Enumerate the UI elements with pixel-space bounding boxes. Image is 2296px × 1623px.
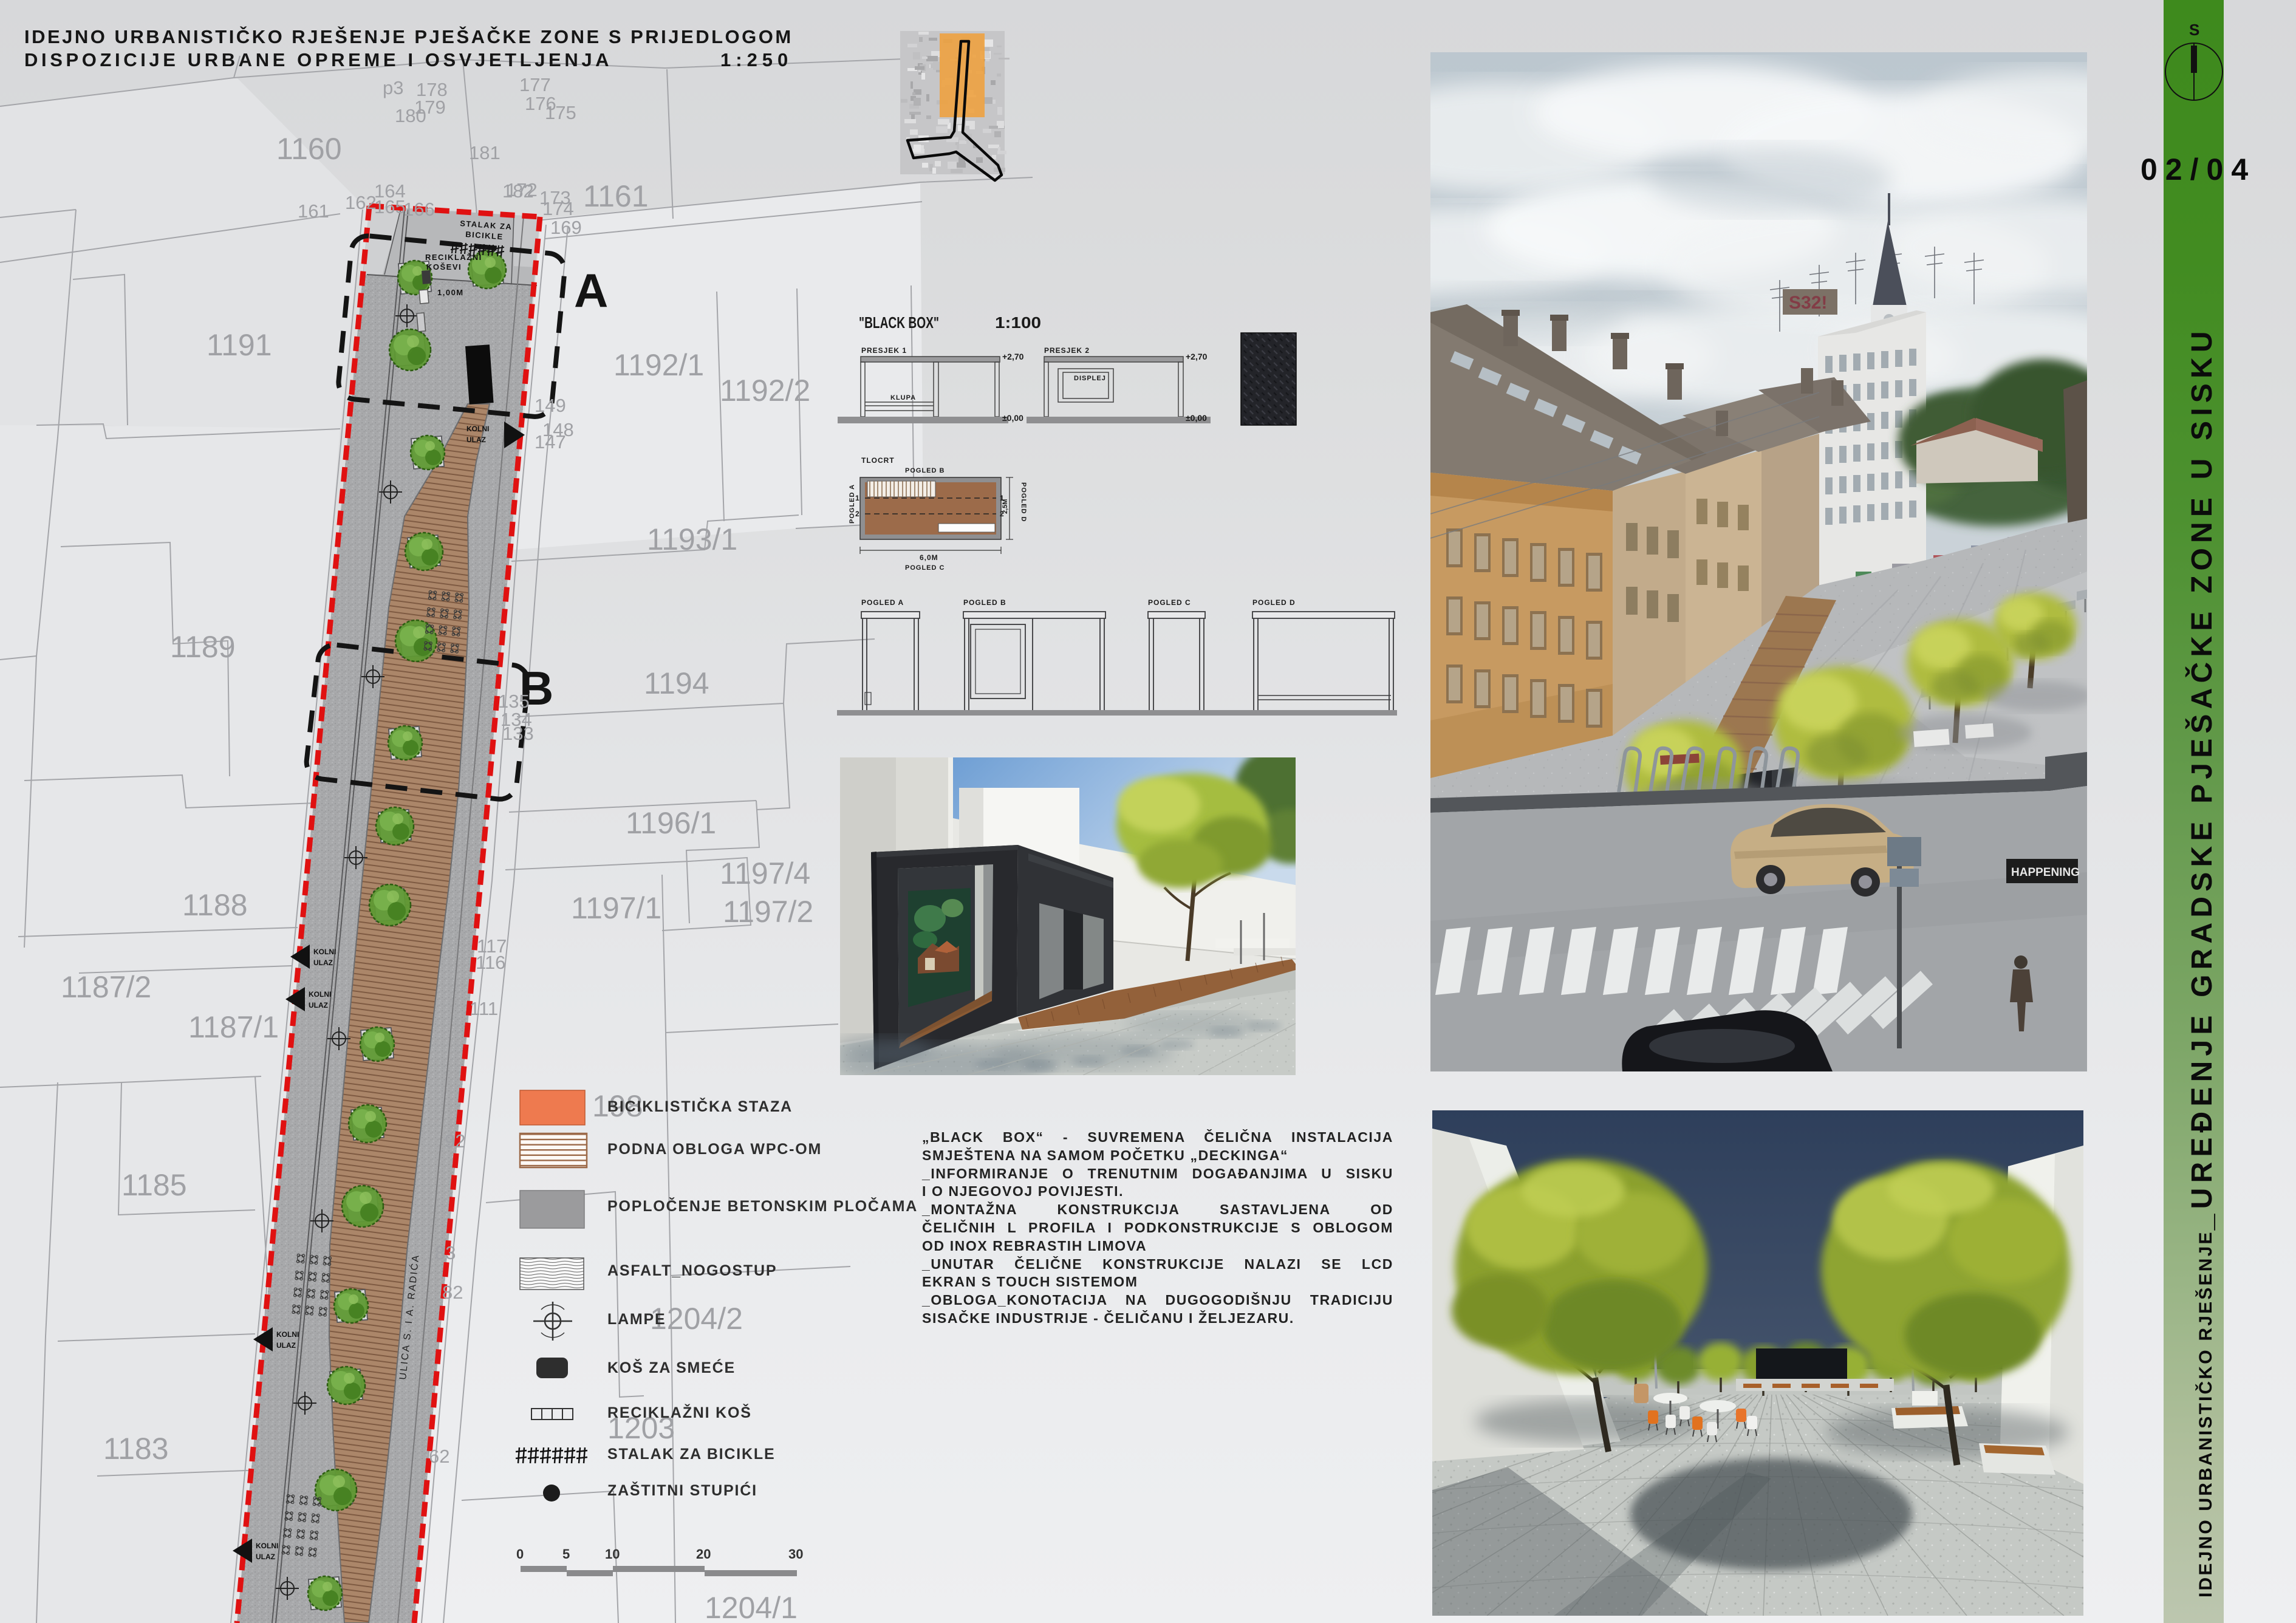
svg-text:POGLED A: POGLED A	[861, 598, 904, 607]
svg-text:133: 133	[502, 723, 534, 744]
svg-text:165: 165	[374, 196, 406, 217]
svg-text:POGLED A: POGLED A	[849, 484, 856, 524]
svg-text:1192/2: 1192/2	[720, 374, 810, 408]
svg-text:POGLED C: POGLED C	[1148, 598, 1191, 607]
svg-text:161: 161	[298, 200, 329, 222]
svg-text:TLOCRT: TLOCRT	[861, 456, 895, 465]
svg-text:1: 1	[855, 494, 859, 502]
svg-text:HAPPENING: HAPPENING	[2011, 866, 2080, 879]
svg-text:147: 147	[535, 431, 566, 453]
svg-text:1197/4: 1197/4	[720, 856, 810, 890]
svg-text:KOLNI: KOLNI	[313, 948, 336, 956]
svg-text:POGLED C: POGLED C	[905, 564, 945, 572]
svg-text:±0,00: ±0,00	[1186, 413, 1207, 423]
svg-text:+2,70: +2,70	[1186, 352, 1208, 361]
svg-text:174: 174	[542, 198, 574, 219]
svg-text:ULAZ: ULAZ	[466, 436, 486, 444]
svg-text:177: 177	[519, 74, 551, 95]
svg-text:DISPLEJ: DISPLEJ	[1074, 375, 1106, 382]
svg-text:181: 181	[469, 142, 501, 163]
svg-text:1187/2: 1187/2	[61, 970, 151, 1004]
svg-text:1193/1: 1193/1	[647, 522, 737, 556]
svg-text:116: 116	[476, 952, 505, 973]
svg-text:1191: 1191	[207, 328, 272, 362]
svg-text:2: 2	[855, 510, 859, 518]
svg-text:+2,70: +2,70	[1002, 352, 1024, 361]
svg-text:1192/1: 1192/1	[613, 348, 704, 382]
svg-text:KOLNI: KOLNI	[256, 1542, 278, 1550]
svg-text:10: 10	[605, 1546, 620, 1562]
svg-text:POGLED D: POGLED D	[1020, 482, 1027, 522]
svg-text:1189: 1189	[170, 630, 236, 664]
svg-text:1204/1: 1204/1	[705, 1591, 798, 1623]
svg-text:169: 169	[550, 217, 582, 238]
svg-text:82: 82	[442, 1282, 463, 1303]
svg-text:ULAZ: ULAZ	[256, 1553, 275, 1561]
svg-text:1197/2: 1197/2	[723, 895, 813, 929]
svg-text:POGLED B: POGLED B	[963, 598, 1006, 607]
svg-text:0: 0	[516, 1546, 524, 1562]
svg-text:KOLNI: KOLNI	[309, 990, 331, 999]
svg-text:1160: 1160	[276, 132, 342, 166]
svg-text:30: 30	[788, 1546, 803, 1562]
svg-text:ULAZ: ULAZ	[309, 1001, 328, 1010]
svg-text:6,0M: 6,0M	[920, 553, 938, 562]
svg-text:180: 180	[395, 105, 426, 126]
svg-text:KOLNI: KOLNI	[466, 425, 489, 433]
svg-text:KOŠEVI: KOŠEVI	[426, 262, 462, 272]
svg-text:166: 166	[403, 199, 435, 220]
svg-text:1197/1: 1197/1	[571, 891, 661, 925]
svg-text:1188: 1188	[182, 888, 248, 922]
svg-text:20: 20	[696, 1546, 711, 1562]
svg-text:S32!: S32!	[1789, 293, 1827, 313]
svg-text:62: 62	[429, 1446, 449, 1467]
svg-text:1:100: 1:100	[995, 313, 1041, 332]
svg-text:149: 149	[535, 395, 566, 416]
svg-text:KOLNI: KOLNI	[276, 1330, 299, 1339]
svg-text:172: 172	[506, 179, 538, 200]
svg-text:POGLED D: POGLED D	[1252, 598, 1296, 607]
svg-text:A: A	[574, 264, 608, 317]
svg-text:"BLACK BOX": "BLACK BOX"	[859, 313, 939, 332]
svg-text:ULAZ: ULAZ	[276, 1341, 296, 1350]
svg-text:1183: 1183	[103, 1432, 169, 1466]
svg-text:1185: 1185	[121, 1168, 187, 1202]
svg-text:1194: 1194	[644, 666, 709, 700]
svg-text:POGLED B: POGLED B	[905, 467, 945, 474]
svg-text:ULAZ: ULAZ	[313, 958, 333, 967]
svg-text:±0,00: ±0,00	[1002, 413, 1023, 423]
svg-text:5: 5	[562, 1546, 570, 1562]
svg-text:2,5M: 2,5M	[1002, 499, 1009, 514]
svg-text:1187/1: 1187/1	[188, 1010, 279, 1044]
svg-text:RECIKLAŽNI: RECIKLAŽNI	[425, 253, 482, 262]
svg-text:92: 92	[445, 1130, 465, 1152]
svg-text:111: 111	[470, 998, 498, 1019]
svg-text:83: 83	[435, 1242, 456, 1263]
svg-text:175: 175	[545, 102, 576, 123]
svg-text:p3: p3	[383, 77, 403, 98]
svg-text:162: 162	[345, 192, 377, 213]
svg-text:1196/1: 1196/1	[626, 806, 716, 840]
svg-text:KLUPA: KLUPA	[890, 394, 916, 401]
svg-text:PRESJEK 2: PRESJEK 2	[1044, 346, 1090, 355]
svg-text:PRESJEK 1: PRESJEK 1	[861, 346, 907, 355]
svg-text:1,00M: 1,00M	[437, 288, 464, 297]
svg-text:1161: 1161	[583, 179, 649, 213]
